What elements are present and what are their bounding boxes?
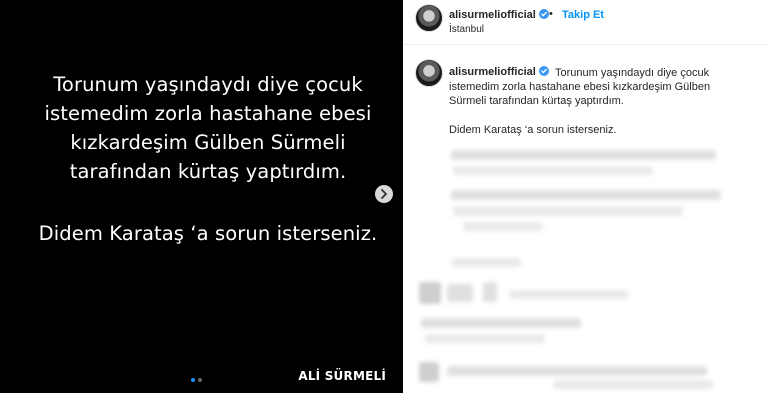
media-text-block: Torunum yaşındaydı diye çocuk istemedim … [18,70,398,186]
caption-text-block: Torunum yaşındaydı diye çocuk istemedim … [449,66,749,108]
username-text[interactable]: alisurmeliofficial [449,9,536,21]
blurred-comment [447,284,473,302]
avatar[interactable] [415,59,443,87]
follow-button[interactable]: Takip Et [562,9,604,21]
caption-text-2: Didem Karataş ‘a sorun isterseniz. [449,124,617,136]
blurred-comment [463,222,543,231]
blurred-avatar [419,362,439,382]
media-text-line: Torunum yaşındaydı diye çocuk [53,73,363,96]
blurred-comment [451,258,521,267]
carousel-next-button[interactable] [375,185,393,203]
caption-text: Torunum yaşındaydı diye çocuk istemedim … [449,67,711,107]
media-text-line: istemedim zorla hastahane ebesi [44,102,372,125]
blurred-comment [553,380,713,389]
media-text-line: tarafından kürtaş yaptırdım. [69,160,347,183]
blurred-comment [447,366,707,376]
chevron-right-icon [380,189,388,199]
blurred-comment [509,290,629,299]
blurred-comment [451,190,721,200]
carousel-indicator [191,378,202,382]
media-watermark: ALİ SÜRMELİ [298,369,386,383]
blurred-comment [451,150,716,160]
verified-badge-icon [538,9,549,19]
blurred-comment [483,282,497,302]
avatar[interactable] [415,4,443,32]
media-text-line: kızkardeşim Gülben Sürmeli [70,131,346,154]
carousel-dot [198,378,202,382]
post-sidebar: alisurmeliofficial • Takip Et İstanbul a… [403,0,770,393]
header-divider [403,44,770,45]
blurred-comment [425,334,545,343]
blurred-comment [453,206,683,216]
post-media[interactable]: Torunum yaşındaydı diye çocuk istemedim … [0,0,403,393]
header-separator: • [549,8,553,20]
carousel-dot-active [191,378,195,382]
blurred-comment [453,166,653,175]
blurred-avatar [419,282,441,304]
blurred-comment [421,318,581,328]
post-header-username[interactable]: alisurmeliofficial [449,9,549,21]
media-text-line: Didem Karataş ‘a sorun isterseniz. [38,222,378,245]
post-location[interactable]: İstanbul [449,24,484,35]
